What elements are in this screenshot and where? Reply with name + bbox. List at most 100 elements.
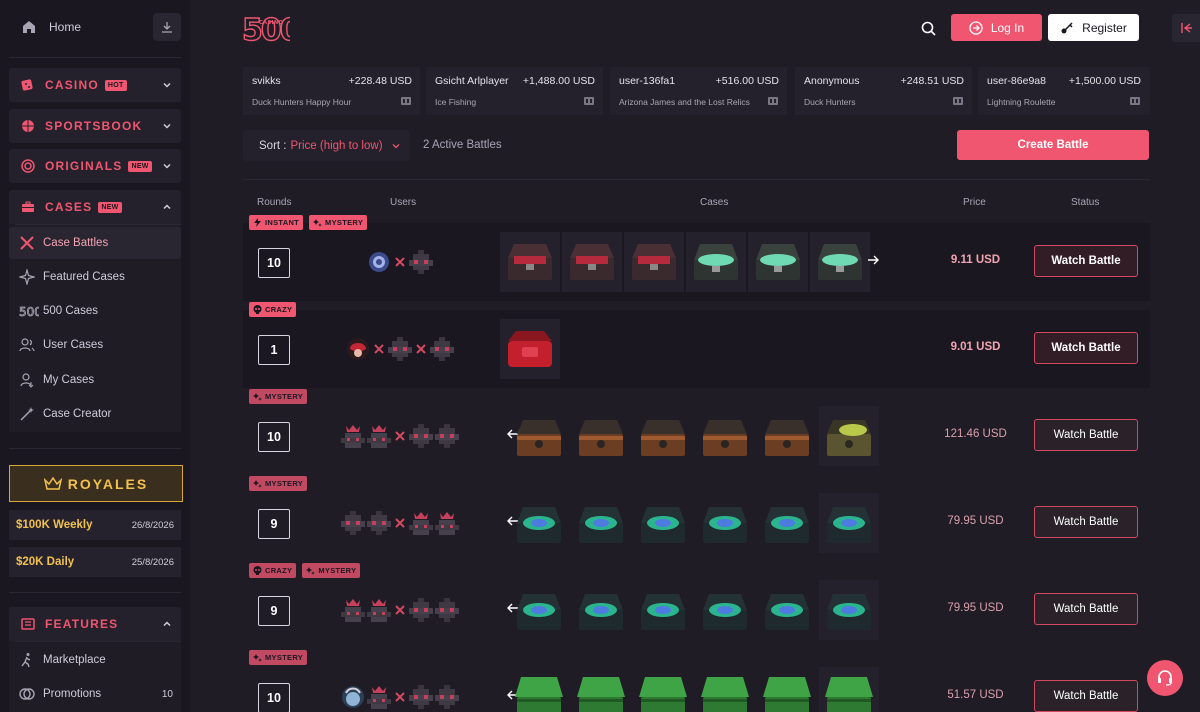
live-win-game: Duck Hunters Happy Hour [252,97,352,107]
empty-seat-avatar [409,685,433,709]
sidebar-cat-cases[interactable]: CASES NEW [9,190,181,224]
sidebar-item-my-cases[interactable]: My Cases [9,364,181,396]
case-thumb [571,580,631,640]
collapse-panel-button[interactable] [1172,14,1200,42]
empty-seat-avatar [435,685,459,709]
battle-tags: MYSTERY [249,650,308,665]
case-thumb [695,406,755,466]
sidebar-item-user-cases[interactable]: User Cases [9,329,181,361]
live-win-game: Lightning Roulette [987,97,1056,107]
new-badge: NEW [128,160,152,172]
battle-users [305,677,495,712]
battle-tags: CRAZY MYSTERY [249,563,361,578]
table-divider [243,179,1150,180]
watch-battle-button[interactable]: Watch Battle [1034,245,1138,277]
prize-date: 25/8/2026 [131,556,174,568]
tag-instant: INSTANT [249,215,304,230]
sidebar-home-label: Home [49,20,82,34]
col-header-price: Price [963,197,986,208]
arrow-right-icon[interactable] [867,254,879,266]
login-label: Log In [990,20,1025,35]
sidebar-item-case-creator[interactable]: Case Creator [9,398,181,430]
case-thumb [509,493,569,553]
watch-battle-button[interactable]: Watch Battle [1034,419,1138,451]
bolt-icon [254,218,261,227]
headset-icon [1158,670,1172,686]
login-button[interactable]: Log In [951,14,1042,41]
brand-logo[interactable]: 500 CASINO [241,12,302,48]
live-win-user: svikks [252,75,281,87]
support-chat-button[interactable] [1147,660,1183,696]
coin-icon [19,688,35,700]
sidebar-item-label: Case Battles [43,237,109,249]
new-badge: NEW [98,201,122,213]
create-battle-button[interactable]: Create Battle [957,130,1149,160]
download-button[interactable] [153,13,181,41]
empty-seat-avatar [409,598,433,622]
prize-daily[interactable]: $20K Daily 25/8/2026 [9,547,181,577]
empty-seat-avatar [409,424,433,448]
empty-seat-avatar [435,598,459,622]
watch-battle-button[interactable]: Watch Battle [1034,506,1138,538]
sidebar-item-500-cases[interactable]: 500 500 Cases [9,295,181,327]
live-win-item[interactable]: Anonymous +248.51 USD Duck Hunters [795,67,972,115]
live-win-amount: +228.48 USD [348,75,412,87]
battle-price: 121.46 USD [944,428,1007,440]
battle-row[interactable]: CRAZY MYSTERY 9 79.95 USD Watch Battle [243,563,1150,649]
brand-500-icon: 500 [19,305,39,319]
live-win-item[interactable]: Gsicht Arlplayer +1,488.00 USD Ice Fishi… [426,67,603,115]
tag-crazy: CRAZY [249,302,297,317]
tag-label: MYSTERY [265,479,304,488]
watch-battle-button[interactable]: Watch Battle [1034,593,1138,625]
sidebar-cat-casino[interactable]: CASINO HOT [9,68,181,102]
battle-users [305,242,495,282]
sidebar-item-featured-cases[interactable]: Featured Cases [9,261,181,293]
sidebar-cat-originals[interactable]: ORIGINALS NEW [9,149,181,183]
sidebar-cat-features[interactable]: FEATURES [9,607,181,641]
live-win-item[interactable]: svikks +228.48 USD Duck Hunters Happy Ho… [243,67,420,115]
live-win-item[interactable]: user-86e9a8 +1,500.00 USD Lightning Roul… [978,67,1150,115]
sort-dropdown[interactable]: Sort : Price (high to low) [243,130,410,161]
sidebar-item-marketplace[interactable]: Marketplace [9,644,181,676]
rounds-count: 9 [258,509,290,539]
slot-icon [953,97,963,105]
sidebar: Home CASINO HOT SPORTSBOOK ORIGINALS NEW… [0,0,190,712]
briefcase-icon [22,201,34,212]
tag-label: MYSTERY [265,653,304,662]
user-avatar [369,252,389,272]
live-win-item[interactable]: user-136fa1 +516.00 USD Arizona James an… [610,67,787,115]
battle-row[interactable]: CRAZY 1 9.01 USD Watch Battle [243,302,1150,388]
watch-battle-button[interactable]: Watch Battle [1034,332,1138,364]
case-thumb [571,406,631,466]
sidebar-item-promotions[interactable]: Promotions 10 [9,678,181,710]
sidebar-home[interactable]: Home [9,10,181,44]
sparkle-icon [253,480,262,488]
watch-battle-button[interactable]: Watch Battle [1034,680,1138,712]
royales-button[interactable]: ROYALES [9,465,183,502]
search-button[interactable] [914,14,942,42]
skull-icon [253,305,262,314]
battle-row[interactable]: MYSTERY 9 79.95 USD Watch Battle [243,476,1150,562]
register-button[interactable]: Register [1048,14,1139,41]
battle-row[interactable]: INSTANT MYSTERY 10 9.11 USD Watch Battle [243,215,1150,301]
live-win-user: user-86e9a8 [987,75,1046,87]
versus-icon [395,605,405,615]
battle-cases [509,406,899,466]
empty-seat-avatar [367,686,391,709]
tag-mystery: MYSTERY [302,563,361,578]
battle-cases [509,580,899,640]
case-thumb [695,667,755,712]
sidebar-cat-sportsbook[interactable]: SPORTSBOOK [9,109,181,143]
battle-users [305,590,495,630]
chevron-down-icon [163,123,171,129]
user-avatar [347,338,369,360]
live-win-amount: +1,500.00 USD [1068,75,1141,87]
svg-text:500: 500 [19,305,39,319]
battle-row[interactable]: MYSTERY 10 121.46 USD Watch Battle [243,389,1150,475]
prize-weekly[interactable]: $100K Weekly 26/8/2026 [9,510,181,540]
empty-seat-avatar [341,511,365,535]
live-wins-ticker: svikks +228.48 USD Duck Hunters Happy Ho… [243,67,1150,115]
sidebar-item-case-battles[interactable]: Case Battles [9,227,181,259]
sidebar-item-label: Marketplace [43,654,106,666]
battle-row[interactable]: MYSTERY 10 51.57 USD Watch Battle [243,650,1150,712]
